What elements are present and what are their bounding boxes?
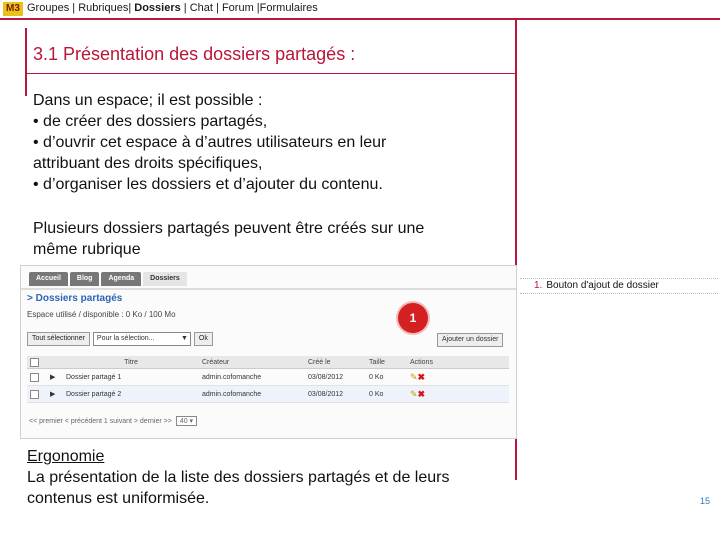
intro-text: Dans un espace; il est possible : bbox=[33, 92, 263, 109]
delete-x-icon[interactable]: ✖ bbox=[418, 389, 426, 399]
tab-divider bbox=[21, 288, 516, 290]
annotation-number: 1. bbox=[534, 280, 543, 291]
selection-action-select[interactable]: Pour la sélection... ▼ bbox=[92, 332, 191, 346]
bullet-1: • de créer des dossiers partagés, bbox=[33, 113, 268, 130]
page-number: 15 bbox=[700, 496, 711, 506]
row-checkbox[interactable] bbox=[30, 389, 39, 399]
folder-date: 03/08/2012 bbox=[305, 368, 366, 386]
table-row: ▶ Dossier partagé 1 admin.cofomanche 03/… bbox=[27, 368, 509, 386]
intro-block: Dans un espace; il est possible : • de c… bbox=[33, 90, 503, 195]
paragraph-2-line-1: Plusieurs dossiers partagés peuvent être… bbox=[33, 220, 425, 237]
folder-title[interactable]: Dossier partagé 1 bbox=[63, 368, 199, 386]
selection-toolbar: Tout sélectionner Pour la sélection... ▼ Ok bbox=[27, 332, 216, 346]
folder-date: 03/08/2012 bbox=[305, 385, 366, 403]
per-page-select[interactable]: 40 ▾ bbox=[175, 416, 198, 426]
column-title[interactable]: Titre bbox=[63, 356, 199, 369]
bullet-2: • d’ouvrir cet espace à d’autres utilisa… bbox=[33, 134, 387, 151]
ergonomie-line-2: contenus est uniformisée. bbox=[27, 490, 210, 507]
expand-arrow-icon[interactable]: ▶ bbox=[50, 391, 55, 398]
expand-arrow-icon[interactable]: ▶ bbox=[50, 374, 55, 381]
column-size[interactable]: Taille bbox=[366, 356, 407, 369]
column-select bbox=[27, 356, 47, 369]
nav-groupes[interactable]: Groupes bbox=[27, 2, 69, 14]
row-checkbox[interactable] bbox=[30, 372, 39, 382]
slide-title: 3.1 Présentation des dossiers partagés : bbox=[33, 44, 356, 64]
tab-agenda[interactable]: Agenda bbox=[101, 272, 142, 286]
selection-action-value: Pour la sélection... bbox=[96, 335, 155, 342]
paragraph-2-line-2: même rubrique bbox=[33, 241, 141, 258]
shared-folders-screenshot: Accueil Blog Agenda Dossiers > Dossiers par… bbox=[20, 265, 517, 439]
tab-blog[interactable]: Blog bbox=[69, 272, 100, 286]
table-header-row: Titre Créateur Créé le Taille Actions bbox=[27, 356, 509, 369]
bullet-2-cont: attribuant des droits spécifiques, bbox=[33, 155, 263, 172]
add-folder-button[interactable]: Ajouter un dossier bbox=[437, 333, 504, 347]
tab-dossiers[interactable]: Dossiers bbox=[143, 272, 187, 286]
top-bar: M3 Groupes | Rubriques| Dossiers | Chat … bbox=[0, 0, 720, 20]
delete-x-icon[interactable]: ✖ bbox=[418, 372, 426, 382]
nav-forum[interactable]: Forum bbox=[222, 2, 254, 14]
folder-creator[interactable]: admin.cofomanche bbox=[199, 385, 305, 403]
per-page-value: 40 bbox=[179, 418, 188, 425]
folders-table: Titre Créateur Créé le Taille Actions ▶ … bbox=[27, 356, 509, 403]
nav-formulaires[interactable]: Formulaires bbox=[260, 2, 318, 14]
pagination: << premier < précédent 1 suivant > derni… bbox=[29, 416, 198, 426]
select-all-button[interactable]: Tout sélectionner bbox=[27, 332, 90, 346]
title-underline bbox=[25, 73, 517, 74]
top-navigation: Groupes | Rubriques| Dossiers | Chat | F… bbox=[27, 2, 318, 14]
nav-dossiers[interactable]: Dossiers bbox=[134, 2, 180, 14]
paragraph-2: Plusieurs dossiers partagés peuvent être… bbox=[33, 218, 503, 260]
edit-pencil-icon[interactable]: ✎ bbox=[410, 372, 418, 382]
callout-marker: 1 bbox=[398, 303, 428, 333]
chevron-down-icon: ▼ bbox=[180, 335, 188, 342]
annotation: 1. Bouton d'ajout de dossier bbox=[520, 278, 718, 294]
space-usage: Espace utilisé / disponible : 0 Ko / 100… bbox=[27, 310, 176, 319]
pagination-links[interactable]: << premier < précédent 1 suivant > derni… bbox=[29, 418, 172, 425]
folder-creator[interactable]: admin.cofomanche bbox=[199, 368, 305, 386]
column-actions: Actions bbox=[407, 356, 509, 369]
frame-line-left bbox=[25, 28, 27, 96]
bullet-3: • d’organiser les dossiers et d’ajouter … bbox=[33, 176, 383, 193]
folder-size: 0 Ko bbox=[366, 385, 407, 403]
screenshot-tabs: Accueil Blog Agenda Dossiers bbox=[29, 272, 189, 288]
annotation-text: Bouton d'ajout de dossier bbox=[546, 280, 659, 291]
ergonomie-heading: Ergonomie bbox=[27, 448, 105, 465]
table-row: ▶ Dossier partagé 2 admin.cofomanche 03/… bbox=[27, 385, 509, 403]
column-created[interactable]: Créé le bbox=[305, 356, 366, 369]
ergonomie-line-1: La présentation de la liste des dossiers… bbox=[27, 469, 450, 486]
tab-accueil[interactable]: Accueil bbox=[29, 272, 68, 286]
ergonomie-block: Ergonomie La présentation de la liste de… bbox=[27, 446, 507, 509]
select-all-checkbox[interactable] bbox=[30, 357, 39, 367]
column-expand bbox=[47, 356, 63, 369]
folder-size: 0 Ko bbox=[366, 368, 407, 386]
screenshot-heading: > Dossiers partagés bbox=[27, 293, 123, 304]
folder-title[interactable]: Dossier partagé 2 bbox=[63, 385, 199, 403]
column-creator[interactable]: Créateur bbox=[199, 356, 305, 369]
nav-rubriques[interactable]: Rubriques bbox=[78, 2, 128, 14]
edit-pencil-icon[interactable]: ✎ bbox=[410, 389, 418, 399]
ok-button[interactable]: Ok bbox=[193, 332, 213, 346]
nav-chat[interactable]: Chat bbox=[190, 2, 213, 14]
m3-logo: M3 bbox=[3, 2, 23, 16]
